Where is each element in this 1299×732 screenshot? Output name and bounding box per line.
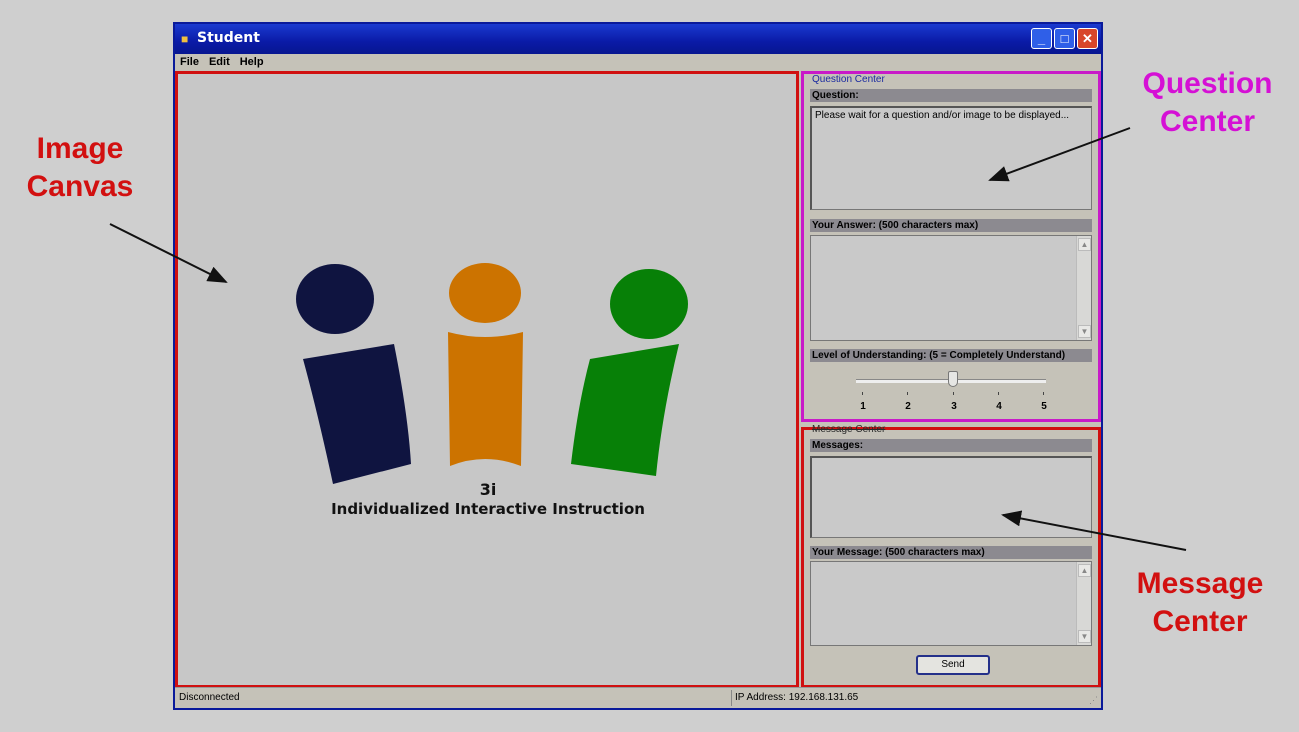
menu-edit[interactable]: Edit <box>204 54 235 70</box>
status-divider <box>731 690 732 706</box>
scale-label-5: 5 <box>1041 401 1047 412</box>
send-button[interactable]: Send <box>916 655 990 675</box>
tick-5 <box>1043 392 1044 395</box>
logo-orange-head <box>449 263 521 323</box>
message-center-title: Message Center <box>812 424 886 435</box>
resize-grip-icon[interactable]: ⋰ <box>1089 695 1098 706</box>
student-window: ■ Student _ □ ✕ File Edit Help 3i Individu… <box>173 22 1103 710</box>
logo-subtitle: Individualized Interactive Instruction <box>331 500 645 518</box>
scroll-up-icon[interactable]: ▲ <box>1078 564 1091 577</box>
tick-1 <box>862 392 863 395</box>
question-text: Please wait for a question and/or image … <box>815 110 1070 121</box>
question-center-title: Question Center <box>812 74 885 85</box>
logo-name: 3i <box>479 480 497 499</box>
answer-input[interactable]: ▲ ▼ <box>810 235 1092 341</box>
logo-graphic <box>296 263 688 484</box>
scroll-down-icon[interactable]: ▼ <box>1078 630 1091 643</box>
menu-help[interactable]: Help <box>235 54 269 70</box>
scale-label-4: 4 <box>996 401 1002 412</box>
tick-4 <box>998 392 999 395</box>
logo-green-head <box>610 269 688 339</box>
scroll-down-icon[interactable]: ▼ <box>1078 325 1091 338</box>
logo-navy-head <box>296 264 374 334</box>
scale-label-2: 2 <box>905 401 911 412</box>
window-title: Student <box>197 30 260 46</box>
menu-bar: File Edit Help <box>175 54 1101 70</box>
tick-3 <box>953 392 954 395</box>
image-canvas: 3i Individualized Interactive Instructio… <box>175 71 799 688</box>
question-center-callout: Question Center <box>1142 67 1273 138</box>
logo-orange-body <box>448 332 523 466</box>
message-center-callout: Message Center <box>1136 567 1264 638</box>
minimize-button[interactable]: _ <box>1031 28 1052 49</box>
messages-display <box>810 456 1092 538</box>
maximize-button[interactable]: □ <box>1054 28 1075 49</box>
scale-label-1: 1 <box>860 401 866 412</box>
message-scrollbar[interactable]: ▲ ▼ <box>1076 562 1091 645</box>
status-bar: Disconnected IP Address: 192.168.131.65 … <box>175 687 1101 708</box>
question-center-panel: Question Center Question: Please wait fo… <box>801 71 1101 422</box>
tick-2 <box>907 392 908 395</box>
scroll-up-icon[interactable]: ▲ <box>1078 238 1091 251</box>
close-button[interactable]: ✕ <box>1077 28 1098 49</box>
menu-file[interactable]: File <box>175 54 204 70</box>
message-input[interactable]: ▲ ▼ <box>810 561 1092 646</box>
title-bar[interactable]: ■ Student _ □ ✕ <box>175 24 1101 54</box>
logo-navy-body <box>303 344 411 484</box>
message-center-panel: Message Center Messages: Your Message: (… <box>801 424 1101 688</box>
ip-address: IP Address: 192.168.131.65 <box>735 692 859 703</box>
question-display: Please wait for a question and/or image … <box>810 106 1092 210</box>
question-label: Question: <box>810 89 1092 102</box>
your-message-label: Your Message: (500 characters max) <box>810 546 1092 559</box>
image-canvas-callout: Image Canvas <box>26 132 134 203</box>
answer-label: Your Answer: (500 characters max) <box>810 219 1092 232</box>
messages-label: Messages: <box>810 439 1092 452</box>
logo-green-body <box>571 344 679 476</box>
scale-label-3: 3 <box>951 401 957 412</box>
connection-status: Disconnected <box>179 692 240 703</box>
understanding-slider-thumb[interactable] <box>948 371 958 387</box>
answer-scrollbar[interactable]: ▲ ▼ <box>1076 236 1091 340</box>
app-icon: ■ <box>181 32 189 46</box>
understanding-label: Level of Understanding: (5 = Completely … <box>810 349 1092 362</box>
